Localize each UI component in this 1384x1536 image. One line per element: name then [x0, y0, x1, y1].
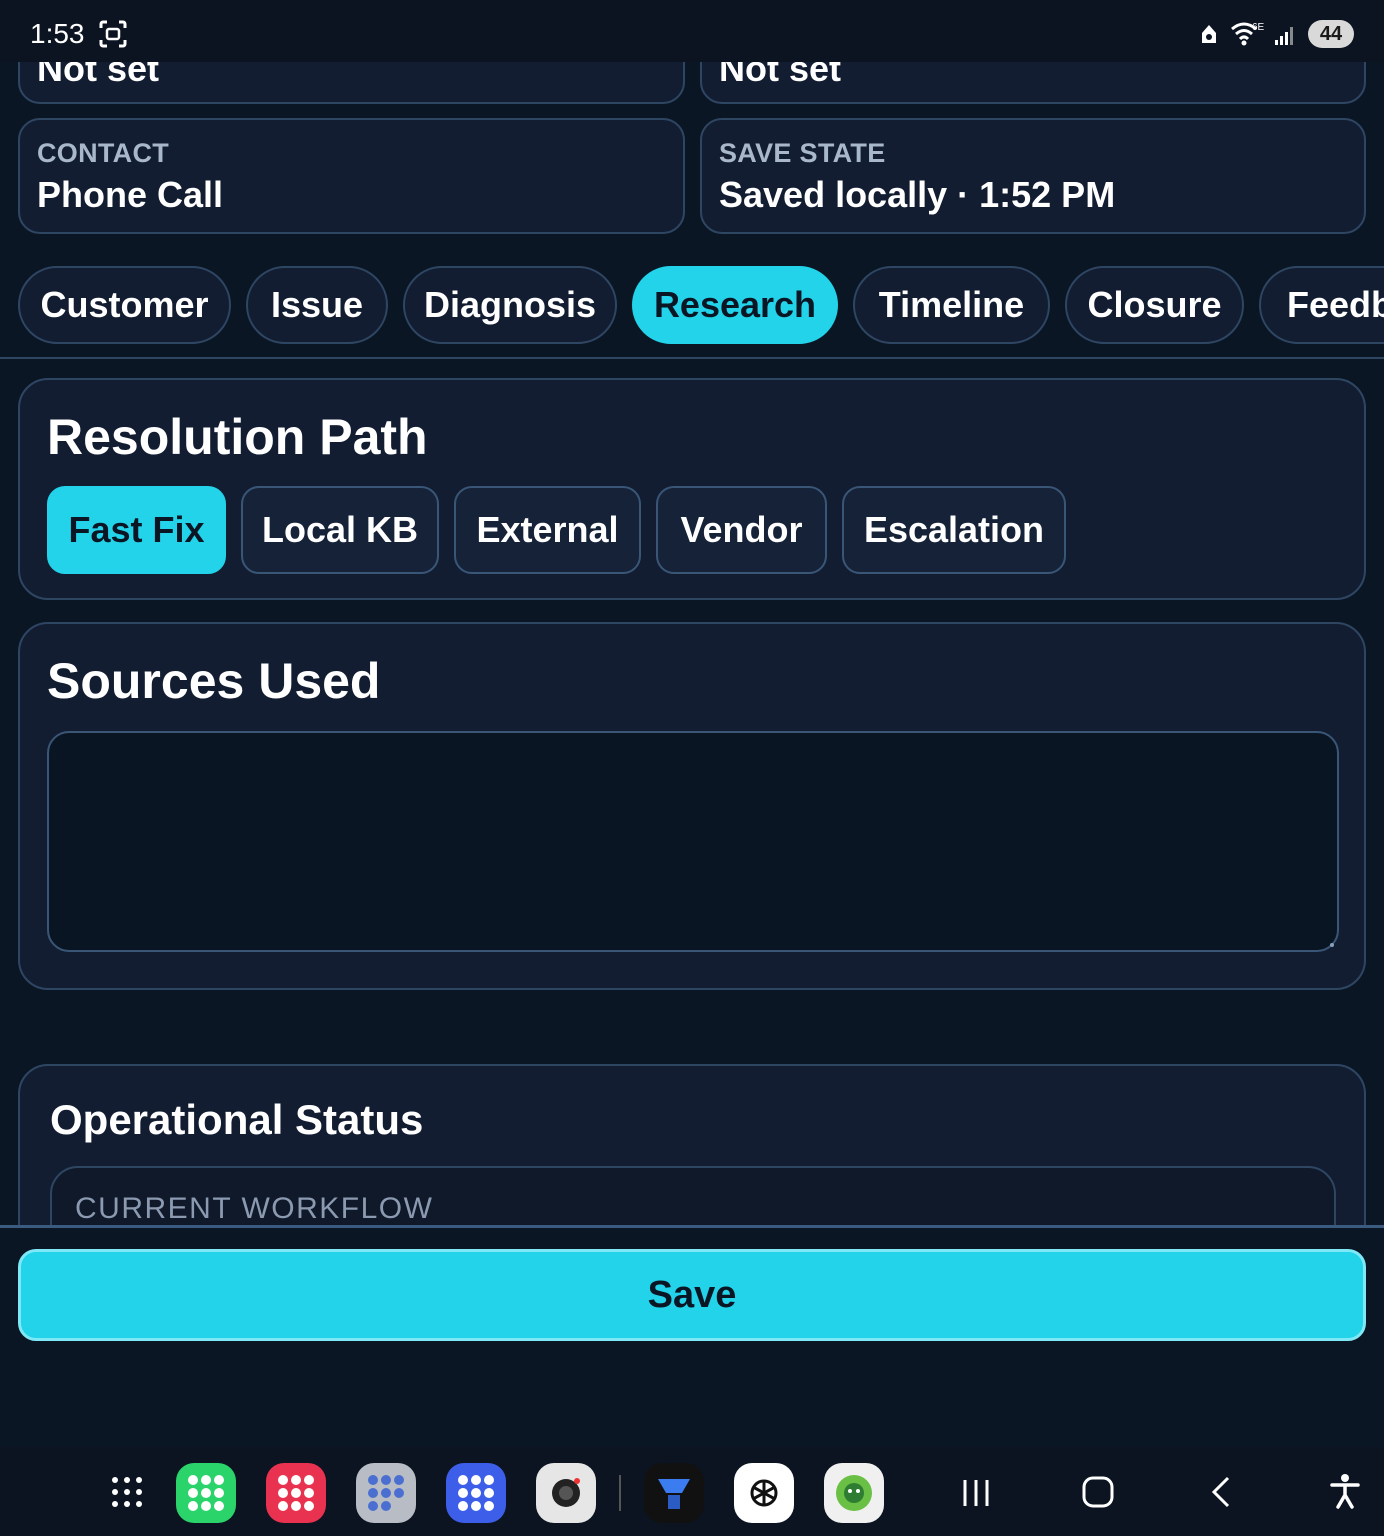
option-vendor[interactable]: Vendor	[656, 486, 827, 574]
contact-label: CONTACT	[37, 138, 170, 168]
app-folder-red-icon[interactable]	[266, 1463, 326, 1523]
screenshot-icon	[99, 20, 127, 48]
tab-timeline[interactable]: Timeline	[853, 266, 1050, 344]
save-button[interactable]: Save	[18, 1249, 1366, 1341]
operational-status-title: Operational Status	[50, 1096, 424, 1143]
tab-feedback[interactable]: Feedb	[1259, 266, 1384, 344]
option-escalation[interactable]: Escalation	[842, 486, 1066, 574]
navigation-bar	[0, 1447, 1384, 1536]
current-workflow-label: CURRENT WORKFLOW	[75, 1192, 434, 1225]
tf-app-icon[interactable]	[644, 1463, 704, 1523]
tab-research[interactable]: Research	[632, 266, 838, 344]
app-folder-blue-icon[interactable]	[446, 1463, 506, 1523]
android-app-icon[interactable]	[824, 1463, 884, 1523]
home-icon[interactable]	[1081, 1475, 1115, 1509]
wifi-icon: 6E	[1231, 22, 1264, 46]
alarm-icon	[1202, 25, 1216, 43]
status-bar: 1:53 6E 44	[0, 0, 1384, 62]
tab-customer[interactable]: Customer	[18, 266, 231, 344]
chatgpt-app-icon[interactable]	[734, 1463, 794, 1523]
resolution-path-section: Resolution Path Fast Fix Local KB Extern…	[18, 378, 1366, 600]
option-local-kb[interactable]: Local KB	[241, 486, 439, 574]
option-external[interactable]: External	[454, 486, 641, 574]
tab-closure[interactable]: Closure	[1065, 266, 1244, 344]
resize-handle[interactable]	[1330, 943, 1334, 947]
sources-used-title: Sources Used	[47, 653, 381, 709]
tab-issue[interactable]: Issue	[246, 266, 388, 344]
accessibility-icon[interactable]	[1329, 1473, 1361, 1509]
signal-icon	[1275, 27, 1293, 45]
dock-divider	[619, 1475, 621, 1511]
status-time: 1:53	[30, 18, 85, 49]
save-state-card: SAVE STATE Saved locally · 1:52 PM	[700, 118, 1366, 234]
app-folder-green-icon[interactable]	[176, 1463, 236, 1523]
contact-value: Phone Call	[37, 174, 224, 215]
back-icon[interactable]	[1208, 1475, 1234, 1509]
save-footer: Save	[0, 1225, 1384, 1447]
save-state-value: Saved locally · 1:52 PM	[719, 174, 1116, 215]
tabs-divider	[0, 357, 1384, 359]
recent-apps-icon[interactable]	[960, 1477, 992, 1509]
section-tabs: Customer Issue Diagnosis Research Timeli…	[18, 266, 1384, 344]
resolution-path-title: Resolution Path	[47, 409, 428, 465]
battery-indicator: 44	[1308, 20, 1354, 48]
tab-diagnosis[interactable]: Diagnosis	[403, 266, 617, 344]
network-type: 6E	[1252, 22, 1264, 33]
sources-used-textarea[interactable]	[47, 731, 1339, 952]
app-folder-gray-icon[interactable]	[356, 1463, 416, 1523]
sources-used-section: Sources Used	[18, 622, 1366, 990]
camera-app-icon[interactable]	[536, 1463, 596, 1523]
app-drawer-icon[interactable]	[110, 1475, 144, 1509]
contact-card: CONTACT Phone Call	[18, 118, 685, 234]
save-state-label: SAVE STATE	[719, 138, 886, 168]
option-fast-fix[interactable]: Fast Fix	[47, 486, 226, 574]
